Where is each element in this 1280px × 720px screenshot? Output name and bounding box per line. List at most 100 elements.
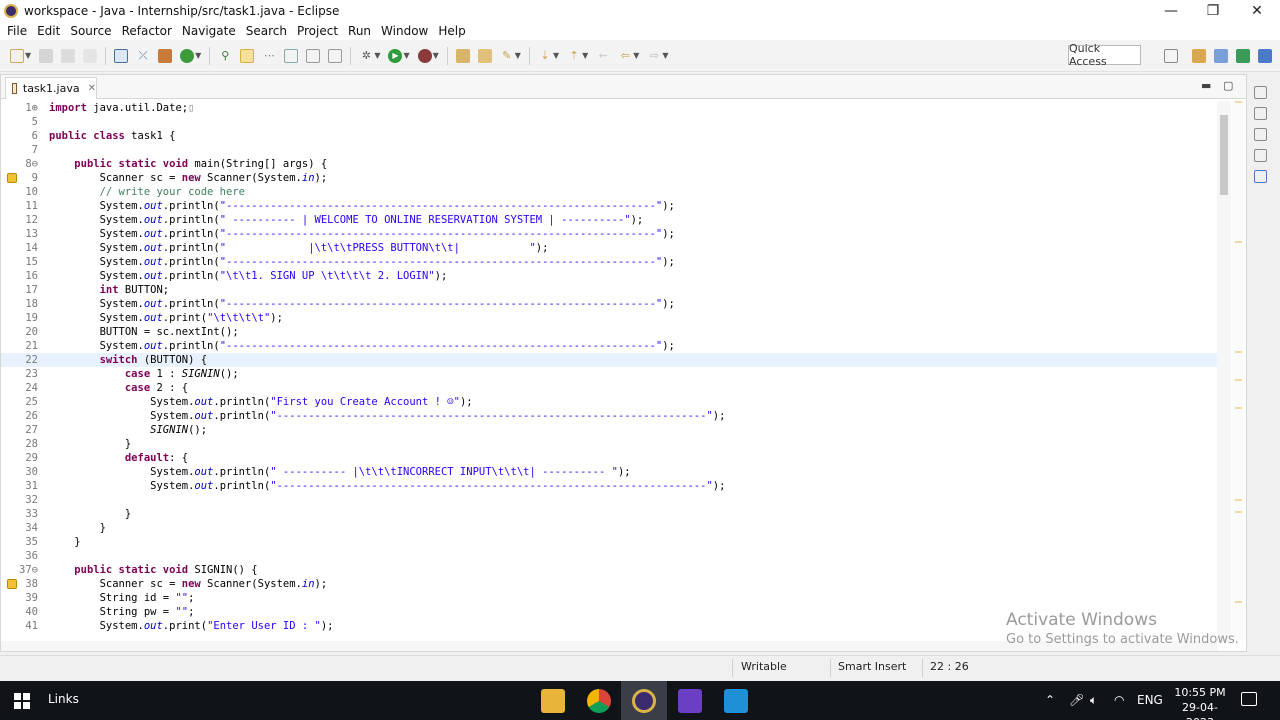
open-folder-icon[interactable] [477,48,492,63]
code-text[interactable]: String pw = ""; [49,605,195,619]
previous-edit-icon[interactable]: ⇡ [567,49,581,63]
code-line[interactable]: 35 } [1,535,1217,549]
overview-marker[interactable] [1235,379,1242,381]
java-perspective-icon[interactable] [1214,49,1228,63]
menu-project[interactable]: Project [292,22,343,40]
code-text[interactable]: System.out.println("\t\t1. SIGN UP \t\t\… [49,269,448,283]
code-text[interactable]: System.out.println(" ---------- | WELCOM… [49,213,644,227]
new-icon[interactable] [10,48,24,63]
code-text[interactable]: System.out.println("--------------------… [49,339,675,353]
save-icon[interactable] [39,48,54,63]
menu-refactor[interactable]: Refactor [117,22,177,40]
code-line[interactable]: 1⊕ import java.util.Date;▯ [1,101,1217,115]
overview-marker[interactable] [1235,407,1242,409]
mail-icon[interactable] [724,689,748,713]
code-line[interactable]: 31 System.out.println("-----------------… [1,479,1217,493]
code-text[interactable]: System.out.println("--------------------… [49,255,675,269]
code-line[interactable]: 15 System.out.println("-----------------… [1,255,1217,269]
code-text[interactable]: } [49,507,131,521]
code-line[interactable]: 23 case 1 : SIGNIN(); [1,367,1217,381]
console-icon[interactable] [114,48,129,63]
chevron-down-icon[interactable]: ▼ [374,51,380,60]
code-line[interactable]: 5 [1,115,1217,129]
links-toolbar[interactable]: Links [48,692,79,706]
menu-search[interactable]: Search [241,22,292,40]
menu-navigate[interactable]: Navigate [177,22,241,40]
code-text[interactable]: } [49,535,80,549]
overview-marker[interactable] [1235,511,1242,513]
code-line[interactable]: 10 // write your code here [1,185,1217,199]
overview-ruler[interactable] [1232,101,1244,641]
java-package-icon[interactable] [158,48,173,63]
toggle-mark-occurrences-icon[interactable] [240,48,255,63]
code-text[interactable]: Scanner sc = new Scanner(System.in); [49,577,328,591]
close-button[interactable]: ✕ [1236,0,1278,22]
chevron-down-icon[interactable]: ▼ [633,51,639,60]
code-text[interactable]: System.out.println("--------------------… [49,199,675,213]
code-editor[interactable]: 1⊕ import java.util.Date;▯ 5 6 public class … [1,101,1217,641]
previous-annotation-icon[interactable] [328,48,343,63]
overview-marker[interactable] [1235,241,1242,243]
menu-help[interactable]: Help [433,22,470,40]
chevron-down-icon[interactable]: ▼ [582,51,588,60]
chevron-down-icon[interactable]: ▼ [195,51,201,60]
maximize-editor-icon[interactable]: ▢ [1223,79,1233,92]
menu-file[interactable]: File [2,22,32,40]
next-edit-icon[interactable]: ⇣ [538,49,552,63]
code-line[interactable]: 7 [1,143,1217,157]
chevron-down-icon[interactable]: ▼ [25,51,31,60]
cursor-position[interactable]: 22 : 26 [930,660,969,673]
code-text[interactable]: System.out.print("\t\t\t\t"); [49,311,283,325]
restore-button[interactable]: ❐ [1192,0,1234,22]
eclipse-taskbar-icon[interactable] [632,689,656,713]
chevron-down-icon[interactable]: ▼ [433,51,439,60]
show-whitespace-icon[interactable] [284,48,299,63]
code-line[interactable]: 34 } [1,521,1217,535]
forward-icon[interactable]: ⇨ [647,49,661,63]
code-text[interactable]: Scanner sc = new Scanner(System.in); [49,171,328,185]
volume-icon[interactable]: 🔈︎ [1090,693,1097,708]
code-text[interactable]: String id = ""; [49,591,195,605]
chevron-down-icon[interactable]: ▼ [515,51,521,60]
code-text[interactable]: switch (BUTTON) { [49,353,207,367]
chevron-down-icon[interactable]: ▼ [403,51,409,60]
scrollbar-thumb[interactable] [1220,115,1228,195]
code-text[interactable]: System.out.println("First you Create Acc… [49,395,472,409]
code-line[interactable]: 12 System.out.println(" ---------- | WEL… [1,213,1217,227]
open-perspective-icon[interactable] [1164,49,1178,63]
menu-source[interactable]: Source [65,22,116,40]
code-line[interactable]: 13 System.out.println("-----------------… [1,227,1217,241]
task-list-icon[interactable] [1254,128,1267,141]
minimize-button[interactable]: — [1150,0,1192,22]
code-text[interactable]: BUTTON = sc.nextInt(); [49,325,239,339]
code-line[interactable]: 9 Scanner sc = new Scanner(System.in); [1,171,1217,185]
code-text[interactable]: } [49,521,106,535]
code-text[interactable]: System.out.println("--------------------… [49,479,725,493]
code-line[interactable]: 19 System.out.print("\t\t\t\t"); [1,311,1217,325]
code-line[interactable]: 6 public class task1 { [1,129,1217,143]
code-line[interactable]: 25 System.out.println("First you Create … [1,395,1217,409]
insert-mode-status[interactable]: Smart Insert [838,660,906,673]
open-task-icon[interactable] [455,48,470,63]
windows-start-icon[interactable] [14,693,30,709]
code-text[interactable]: int BUTTON; [49,283,170,297]
toggle-block-selection-icon[interactable]: ⋯ [262,49,276,63]
code-text[interactable]: System.out.println("--------------------… [49,297,675,311]
chevron-up-icon[interactable]: ⌃ [1045,693,1055,707]
microphone-icon[interactable]: 🎤︎ [1069,693,1084,707]
coverage-icon[interactable] [417,48,432,63]
open-type-icon[interactable]: ⚲ [218,49,232,63]
code-text[interactable]: default: { [49,451,188,465]
code-line[interactable]: 29 default: { [1,451,1217,465]
menu-edit[interactable]: Edit [32,22,65,40]
next-annotation-icon[interactable] [306,48,321,63]
code-text[interactable]: // write your code here [49,185,245,199]
wifi-icon[interactable]: ◠ [1114,693,1124,707]
code-line[interactable]: 33 } [1,507,1217,521]
skip-breakpoints-icon[interactable]: ⤫ [136,49,150,63]
video-editor-icon[interactable] [678,689,702,713]
save-all-icon[interactable] [61,48,76,63]
code-text[interactable]: } [49,437,131,451]
code-line[interactable]: 24 case 2 : { [1,381,1217,395]
code-line[interactable]: 37⊖ public static void SIGNIN() { [1,563,1217,577]
